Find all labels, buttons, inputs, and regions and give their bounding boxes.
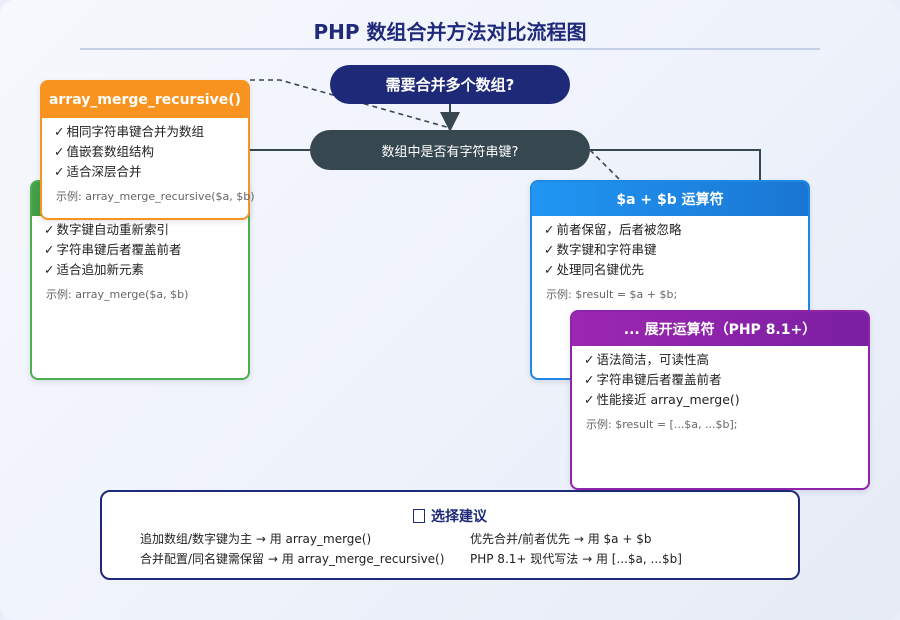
decision-string-keys: 数组中是否有字符串键? (310, 130, 590, 170)
check-icon: ✓ (544, 222, 555, 237)
check-icon: ✓ (544, 242, 555, 257)
decision-multiple-arrays: 需要合并多个数组? (330, 65, 570, 104)
list-item: ✓ 语法简洁，可读性高 (584, 352, 709, 367)
list-item: ✓ 数字键和字符串键 (544, 242, 657, 257)
flowchart-canvas: PHP 数组合并方法对比流程图 需要合并多个数组? 数组中是否有字符串键? ✓ 数… (0, 0, 900, 620)
card-plus-example: 示例: $result = $a + $b; (546, 288, 678, 301)
card-recursive-header: array_merge_recursive() (42, 82, 248, 118)
check-icon: ✓ (54, 124, 65, 139)
advice-panel: 选择建议 追加数组/数字键为主 → 用 array_merge() 优先合并/前… (100, 490, 800, 580)
list-item: ✓ 相同字符串键合并为数组 (54, 124, 204, 139)
card-recursive-example: 示例: array_merge_recursive($a, $b) (56, 190, 255, 203)
list-item: ✓ 值嵌套数组结构 (54, 144, 154, 159)
card-plus-header: $a + $b 运算符 (532, 182, 808, 216)
card-spread-example: 示例: $result = [...$a, ...$b]; (586, 418, 738, 431)
check-icon: ✓ (44, 222, 55, 237)
check-icon: ✓ (44, 262, 55, 277)
check-icon: ✓ (54, 144, 65, 159)
advice-title: 选择建议 (102, 506, 798, 526)
card-array-merge-example: 示例: array_merge($a, $b) (46, 288, 189, 301)
lightbulb-icon (413, 509, 425, 523)
list-item: ✓ 数字键自动重新索引 (44, 222, 169, 237)
card-array-merge-recursive: array_merge_recursive() ✓ 相同字符串键合并为数组 ✓ 值嵌… (40, 80, 255, 220)
card-spread-header: ... 展开运算符（PHP 8.1+） (572, 312, 868, 346)
list-item: ✓ 字符串键后者覆盖前者 (584, 372, 722, 387)
advice-tip: 合并配置/同名键需保留 → 用 array_merge_recursive() (140, 552, 445, 566)
check-icon: ✓ (584, 352, 595, 367)
card-plus-list: ✓ 前者保留，后者被忽略 ✓ 数字键和字符串键 ✓ 处理同名键优先 (532, 216, 808, 280)
card-spread-operator: ... 展开运算符（PHP 8.1+） ✓ 语法简洁，可读性高 ✓ 字符串键后者覆盖… (570, 310, 870, 490)
list-item: ✓ 性能接近 array_merge() (584, 392, 740, 407)
check-icon: ✓ (44, 242, 55, 257)
check-icon: ✓ (584, 372, 595, 387)
card-array-merge-list: ✓ 数字键自动重新索引 ✓ 字符串键后者覆盖前者 ✓ 适合追加新元素 (32, 216, 248, 280)
check-icon: ✓ (544, 262, 555, 277)
connector-q2-to-spread (589, 149, 621, 181)
check-icon: ✓ (54, 164, 65, 179)
list-item: ✓ 处理同名键优先 (544, 262, 644, 277)
card-recursive-list: ✓ 相同字符串键合并为数组 ✓ 值嵌套数组结构 ✓ 适合深层合并 (42, 118, 248, 182)
card-spread-list: ✓ 语法简洁，可读性高 ✓ 字符串键后者覆盖前者 ✓ 性能接近 array_merge… (572, 346, 868, 410)
list-item: ✓ 前者保留，后者被忽略 (544, 222, 682, 237)
list-item: ✓ 字符串键后者覆盖前者 (44, 242, 182, 257)
advice-tip: 优先合并/前者优先 → 用 $a + $b (470, 532, 652, 546)
list-item: ✓ 适合深层合并 (54, 164, 142, 179)
advice-tip: 追加数组/数字键为主 → 用 array_merge() (140, 532, 372, 546)
advice-tip: PHP 8.1+ 现代写法 → 用 [...$a, ...$b] (470, 552, 682, 566)
check-icon: ✓ (584, 392, 595, 407)
list-item: ✓ 适合追加新元素 (44, 262, 144, 277)
